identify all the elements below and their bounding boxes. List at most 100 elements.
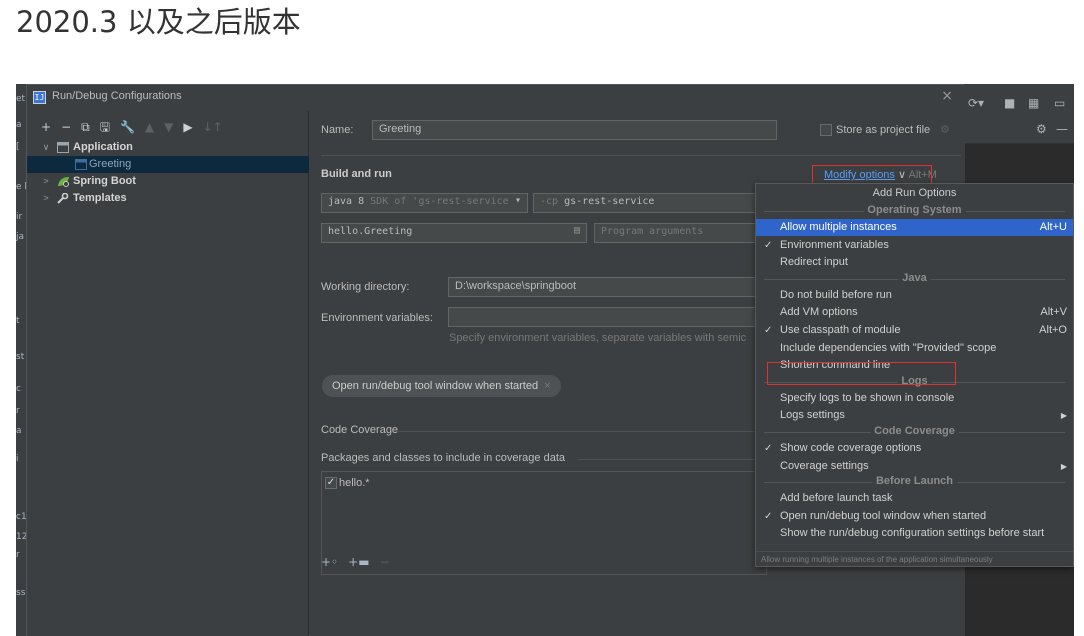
env-vars-label: Environment variables: (321, 312, 433, 324)
run-config-icon[interactable]: ⟳▾ (968, 96, 984, 110)
menu-item-shortcut: Alt+O (1039, 324, 1067, 336)
popup-menu-item[interactable]: Specify logs to be shown in console (756, 390, 1073, 407)
add-package-icon[interactable]: +▬ (348, 555, 369, 569)
ide-fragment-text: e l (16, 182, 26, 192)
cp-flag: -cp (540, 196, 559, 207)
ide-fragment-text: t (16, 316, 20, 326)
separator (321, 155, 961, 156)
menu-item-label: Environment variables (780, 238, 889, 251)
add-config-button[interactable]: + (41, 120, 51, 134)
stop-icon[interactable]: ■ (1004, 96, 1015, 110)
store-as-project-checkbox[interactable] (820, 124, 832, 136)
tree-item-templates[interactable]: > Templates (27, 190, 309, 207)
name-field[interactable]: Greeting (372, 120, 777, 140)
move-up-button[interactable]: ▲ (145, 120, 154, 134)
popup-menu-item[interactable]: Add before launch task (756, 490, 1073, 507)
browse-icon[interactable]: ▤ (574, 225, 580, 236)
popup-menu-item[interactable]: Do not build before run (756, 287, 1073, 304)
menu-item-label: Include dependencies with "Provided" sco… (780, 341, 997, 354)
settings-gear-icon[interactable]: ⚙ (1036, 122, 1047, 136)
main-class-value: hello.Greeting (328, 226, 413, 237)
env-vars-field[interactable] (448, 307, 767, 327)
folder-button[interactable]: ▶ (183, 120, 192, 134)
menu-item-shortcut: Alt+U (1039, 221, 1067, 233)
separator (398, 431, 767, 432)
sort-button[interactable]: ↓↑ (203, 120, 223, 134)
tree-item-application[interactable]: ∨ Application (27, 139, 309, 156)
chevron-right-icon[interactable]: > (41, 173, 51, 190)
menu-item-label: Specify logs to be shown in console (780, 391, 955, 404)
main-class-field[interactable]: hello.Greeting ▤ (321, 223, 587, 243)
ide-toolbar: ⟳▾ ■ ▦ ▭ ⚙ — (964, 84, 1074, 144)
open-tool-window-chip[interactable]: Open run/debug tool window when started × (322, 375, 561, 397)
gear-icon[interactable]: ⚙ (940, 123, 950, 136)
terminal-icon[interactable]: ▭ (1054, 96, 1065, 110)
remove-chip-icon[interactable]: × (544, 380, 550, 392)
close-icon[interactable]: × (941, 88, 953, 104)
tree-item-greeting[interactable]: Greeting (27, 156, 309, 173)
popup-footer: Allow running multiple instances of the … (756, 551, 1073, 566)
popup-menu-item[interactable]: Allow multiple instances Alt+U (756, 219, 1073, 236)
menu-item-label: Show code coverage options (780, 442, 922, 454)
coverage-item-checkbox[interactable]: ✓ (325, 477, 337, 489)
ide-fragment-text: a (16, 426, 22, 436)
classpath-select[interactable]: -cp gs-rest-service (533, 193, 767, 213)
popup-menu-item[interactable]: ✓ Environment variables (756, 237, 1073, 254)
remove-config-button[interactable]: − (61, 120, 71, 134)
popup-menu-item[interactable]: ✓ Show code coverage options (756, 440, 1073, 457)
popup-menu-item[interactable]: Include dependencies with "Provided" sco… (756, 340, 1073, 357)
menu-item-label: Logs settings (780, 409, 845, 422)
working-dir-field[interactable]: D:\workspace\springboot (448, 277, 767, 297)
jdk-select[interactable]: java 8 SDK of 'gs-rest-service ▾ (321, 193, 528, 213)
popup-menu-item[interactable]: Logs settings ▶ (756, 407, 1073, 424)
check-icon: ✓ (764, 443, 773, 454)
add-class-icon[interactable]: +◦ (321, 555, 338, 569)
page-heading: 2020.3 以及之后版本 (16, 5, 301, 39)
ide-fragment-text: a (16, 120, 22, 130)
menu-item-label: Allow multiple instances (780, 221, 897, 233)
program-args-field[interactable]: Program arguments (594, 223, 767, 243)
tree-item-spring-boot[interactable]: > Spring Boot (27, 173, 309, 190)
move-down-button[interactable]: ▼ (164, 120, 173, 134)
popup-menu-item[interactable]: Add VM options Alt+V (756, 304, 1073, 321)
popup-menu-item[interactable]: ✓ Open run/debug tool window when started (756, 508, 1073, 525)
code-coverage-label: Code Coverage (321, 424, 399, 436)
build-and-run-label: Build and run (321, 168, 392, 180)
tree-item-label: Templates (73, 192, 127, 204)
project-structure-icon[interactable]: ▦ (1028, 96, 1039, 110)
popup-menu-item[interactable]: Redirect input (756, 254, 1073, 271)
wrench-icon (57, 192, 70, 204)
coverage-toolbar: +◦ +▬ − (321, 555, 390, 569)
menu-item-label: Redirect input (780, 256, 848, 269)
config-tree-pane: + − ⧉ 🖫 🔧 ▲ ▼ ▶ ↓↑ ∨ Application Greetin… (27, 111, 309, 636)
check-icon: ✓ (764, 325, 773, 336)
menu-item-label: Add VM options (780, 306, 858, 319)
popup-section-header: Operating System (756, 204, 1073, 218)
save-config-button[interactable]: 🖫 (100, 120, 110, 134)
dialog-titlebar: IJ Run/Debug Configurations × (27, 85, 965, 111)
separator (578, 459, 767, 460)
section-title: Operating System (863, 204, 966, 216)
edit-templates-button[interactable]: 🔧 (120, 120, 135, 134)
section-title: Code Coverage (870, 425, 959, 437)
ide-fragment-text: ss (16, 588, 26, 598)
minimize-icon[interactable]: — (1056, 122, 1068, 136)
ide-fragment-text: c (16, 384, 21, 394)
popup-menu-item[interactable]: ✓ Use classpath of module Alt+O (756, 322, 1073, 339)
chevron-down-icon[interactable]: ∨ (41, 139, 51, 156)
ide-fragment-text: 12 (16, 532, 26, 542)
copy-config-button[interactable]: ⧉ (81, 120, 90, 134)
store-as-project-label: Store as project file (836, 124, 931, 136)
popup-menu-item[interactable]: Show the run/debug configuration setting… (756, 525, 1073, 542)
tree-item-label: Application (73, 141, 133, 153)
packages-label: Packages and classes to include in cover… (321, 452, 565, 464)
menu-item-label: Do not build before run (780, 288, 892, 301)
chevron-right-icon[interactable]: > (41, 190, 51, 207)
dropdown-arrow-icon: ▾ (514, 195, 521, 206)
popup-menu-item[interactable]: Coverage settings ▶ (756, 458, 1073, 475)
ide-fragment-text: r (16, 550, 20, 560)
menu-item-label: Coverage settings (780, 459, 869, 472)
intellij-icon: IJ (33, 91, 46, 104)
remove-icon[interactable]: − (380, 555, 390, 569)
tree-item-label: Greeting (89, 158, 132, 170)
